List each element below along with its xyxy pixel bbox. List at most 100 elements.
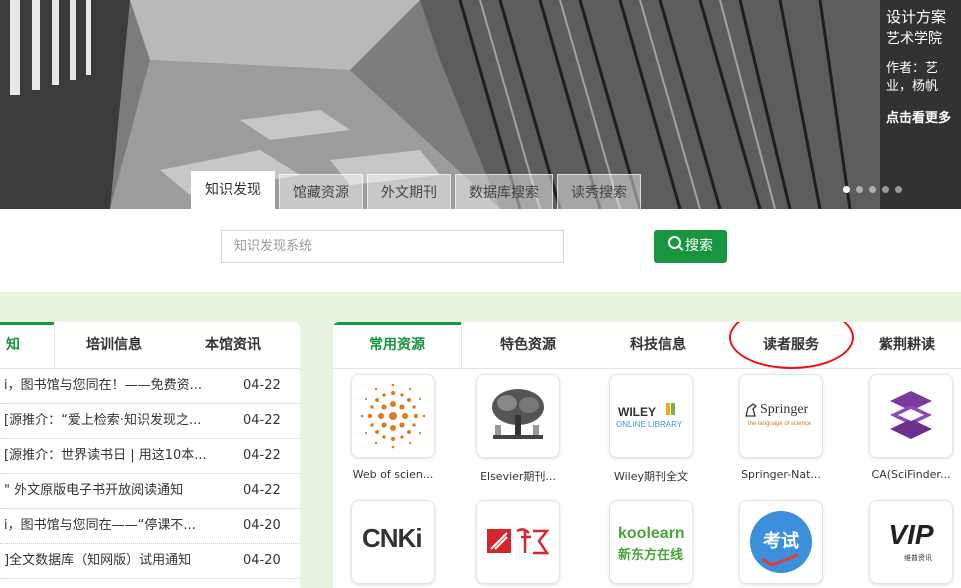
resource-tile-chaoxing[interactable] [458,500,578,584]
tab-tech-info[interactable]: 科技信息 [630,322,686,368]
tab-zijing-gengdu[interactable]: 紫荆耕读 [879,322,935,368]
tab-training-info[interactable]: 培训信息 [86,322,142,368]
news-title: [源推介：世界读书日 | 用这10本... [4,448,207,463]
cnki-wordmark: CNKi [362,523,423,553]
vip-subtitle: 维普资讯 [904,554,932,562]
web-of-science-logo [351,374,435,458]
news-date: 04-22 [243,413,281,428]
banner-dot[interactable] [895,186,902,193]
resource-name: Springer-Nat... [741,468,821,481]
search-button[interactable]: 搜索 [654,230,727,263]
wiley-book-icon [666,403,670,415]
banner-dot[interactable] [869,186,876,193]
resource-name: Elsevier期刊... [480,470,556,483]
koolearn-logo: koolearn 新东方在线 [609,500,693,584]
tab-library-news[interactable]: 本馆资讯 [205,322,261,368]
list-item[interactable]: i，图书馆与您同在！——免费资... 04-22 [0,369,300,404]
news-title: i，图书馆与您同在——“停课不... [4,518,196,533]
wiley-book-icon [671,403,675,415]
banner-dot[interactable] [843,186,850,193]
scifinder-icon [890,391,932,439]
tab-featured-resources[interactable]: 特色资源 [500,322,556,368]
news-date: 04-20 [243,518,281,533]
tab-common-resources[interactable]: 常用资源 [369,322,425,368]
list-item[interactable]: [源推介：世界读书日 | 用这10本... 04-22 [0,439,300,474]
resource-name: Web of scien... [352,468,434,481]
springer-wordmark: Springer [760,402,809,417]
news-date: 04-22 [243,483,281,498]
resource-tile-springer[interactable]: Springer the language of science Springe… [721,374,841,481]
news-date: 04-20 [243,553,281,568]
tab-duxiu-search[interactable]: 读秀搜索 [557,174,641,209]
banner-caption-line4: 业，杨帆 [886,79,939,94]
banner-caption: 设计方案 艺术学院 作者：艺 业，杨帆 点击看更多 [886,6,961,130]
news-list: i，图书馆与您同在！——免费资... 04-22 [源推介：“爱上检索·知识发现之… [0,369,300,579]
list-item[interactable]: ]全文数据库（知网版）试用通知 04-20 [0,544,300,579]
banner-caption-line3: 作者：艺 [886,61,939,76]
banner-dot[interactable] [856,186,863,193]
scifinder-logo [869,374,953,458]
news-date: 04-22 [243,448,281,463]
news-tabs: 知 培训信息 本馆资讯 [0,322,300,369]
tab-collection[interactable]: 馆藏资源 [279,174,363,209]
wiley-subtitle: ONLINE LIBRARY [616,420,683,429]
chaoxing-icon [487,528,550,555]
resource-tile-web-of-science[interactable]: Web of scien... [333,374,453,481]
banner-dot[interactable] [882,186,889,193]
search-icon [668,236,681,249]
web-of-science-icon [360,383,426,449]
elsevier-tree-icon [492,389,544,439]
news-title: i，图书馆与您同在！——免费资... [4,378,203,393]
resource-tile-koolearn[interactable]: koolearn 新东方在线 [591,500,711,584]
tab-divider [461,322,462,368]
koolearn-wordmark: koolearn [618,525,685,542]
vip-wordmark: VIP [888,519,934,550]
vip-logo: VIP 维普资讯 [869,500,953,584]
tab-database-search[interactable]: 数据库搜索 [455,174,553,209]
springer-horse-icon [745,403,758,417]
resource-tile-cnki[interactable]: CNKi [333,500,453,584]
news-date: 04-22 [243,378,281,393]
resource-tile-elsevier[interactable]: Elsevier期刊... [458,374,578,484]
search-button-label: 搜索 [685,238,713,254]
springer-logo: Springer the language of science [739,374,823,458]
resource-tile-vip[interactable]: VIP 维普资讯 [851,500,961,584]
koolearn-subtitle: 新东方在线 [618,548,684,563]
chaoxing-logo [476,500,560,584]
banner-more-link[interactable]: 点击看更多 [886,108,961,130]
resource-name: Wiley期刊全文 [613,470,689,483]
news-title: ]全文数据库（知网版）试用通知 [4,553,192,568]
search-tabs: 知识发现 馆藏资源 外文期刊 数据库搜索 读秀搜索 [191,171,645,209]
list-item[interactable]: i，图书馆与您同在——“停课不... 04-20 [0,509,300,544]
tab-reader-services[interactable]: 读者服务 [763,322,819,368]
tab-news-notice[interactable]: 知 [6,322,20,368]
resource-name: CA(SciFinder... [871,468,951,481]
news-title: [源推介：“爱上检索·知识发现之... [4,413,202,428]
resource-tile-exam[interactable]: 考试 [721,500,841,584]
search-input[interactable]: 知识发现系统 [221,230,564,263]
tab-divider [54,322,55,368]
wiley-logo: WILEY ONLINE LIBRARY [609,374,693,458]
hero-banner[interactable]: 设计方案 艺术学院 作者：艺 业，杨帆 点击看更多 知识发现 馆藏资源 外文期刊… [0,0,961,209]
banner-pagination [843,186,902,193]
banner-caption-line2: 艺术学院 [886,31,942,47]
exam-wordmark: 考试 [763,531,799,552]
exam-logo: 考试 [739,500,823,584]
news-panel: 知 培训信息 本馆资讯 i，图书馆与您同在！——免费资... 04-22 [源推介… [0,322,300,588]
main-section: 知 培训信息 本馆资讯 i，图书馆与您同在！——免费资... 04-22 [源推介… [0,292,961,588]
list-item[interactable]: " 外文原版电子书开放阅读通知 04-22 [0,474,300,509]
resource-tile-scifinder[interactable]: CA(SciFinder... [851,374,961,481]
banner-caption-line1: 设计方案 [886,8,947,26]
elsevier-tree-logo [476,374,560,458]
checkmark-icon [761,553,799,567]
resource-tabs: 常用资源 特色资源 科技信息 读者服务 紫荆耕读 [333,322,961,369]
springer-tagline: the language of science [748,421,812,427]
list-item[interactable]: [源推介：“爱上检索·知识发现之... 04-22 [0,404,300,439]
resource-tile-wiley[interactable]: WILEY ONLINE LIBRARY Wiley期刊全文 [591,374,711,484]
wiley-wordmark: WILEY [618,405,656,419]
cnki-logo: CNKi [351,500,435,584]
tab-knowledge-discovery[interactable]: 知识发现 [191,171,275,209]
tab-foreign-journals[interactable]: 外文期刊 [367,174,451,209]
news-title: " 外文原版电子书开放阅读通知 [4,483,184,498]
resource-panel: 常用资源 特色资源 科技信息 读者服务 紫荆耕读 Web of scien...… [333,322,961,588]
